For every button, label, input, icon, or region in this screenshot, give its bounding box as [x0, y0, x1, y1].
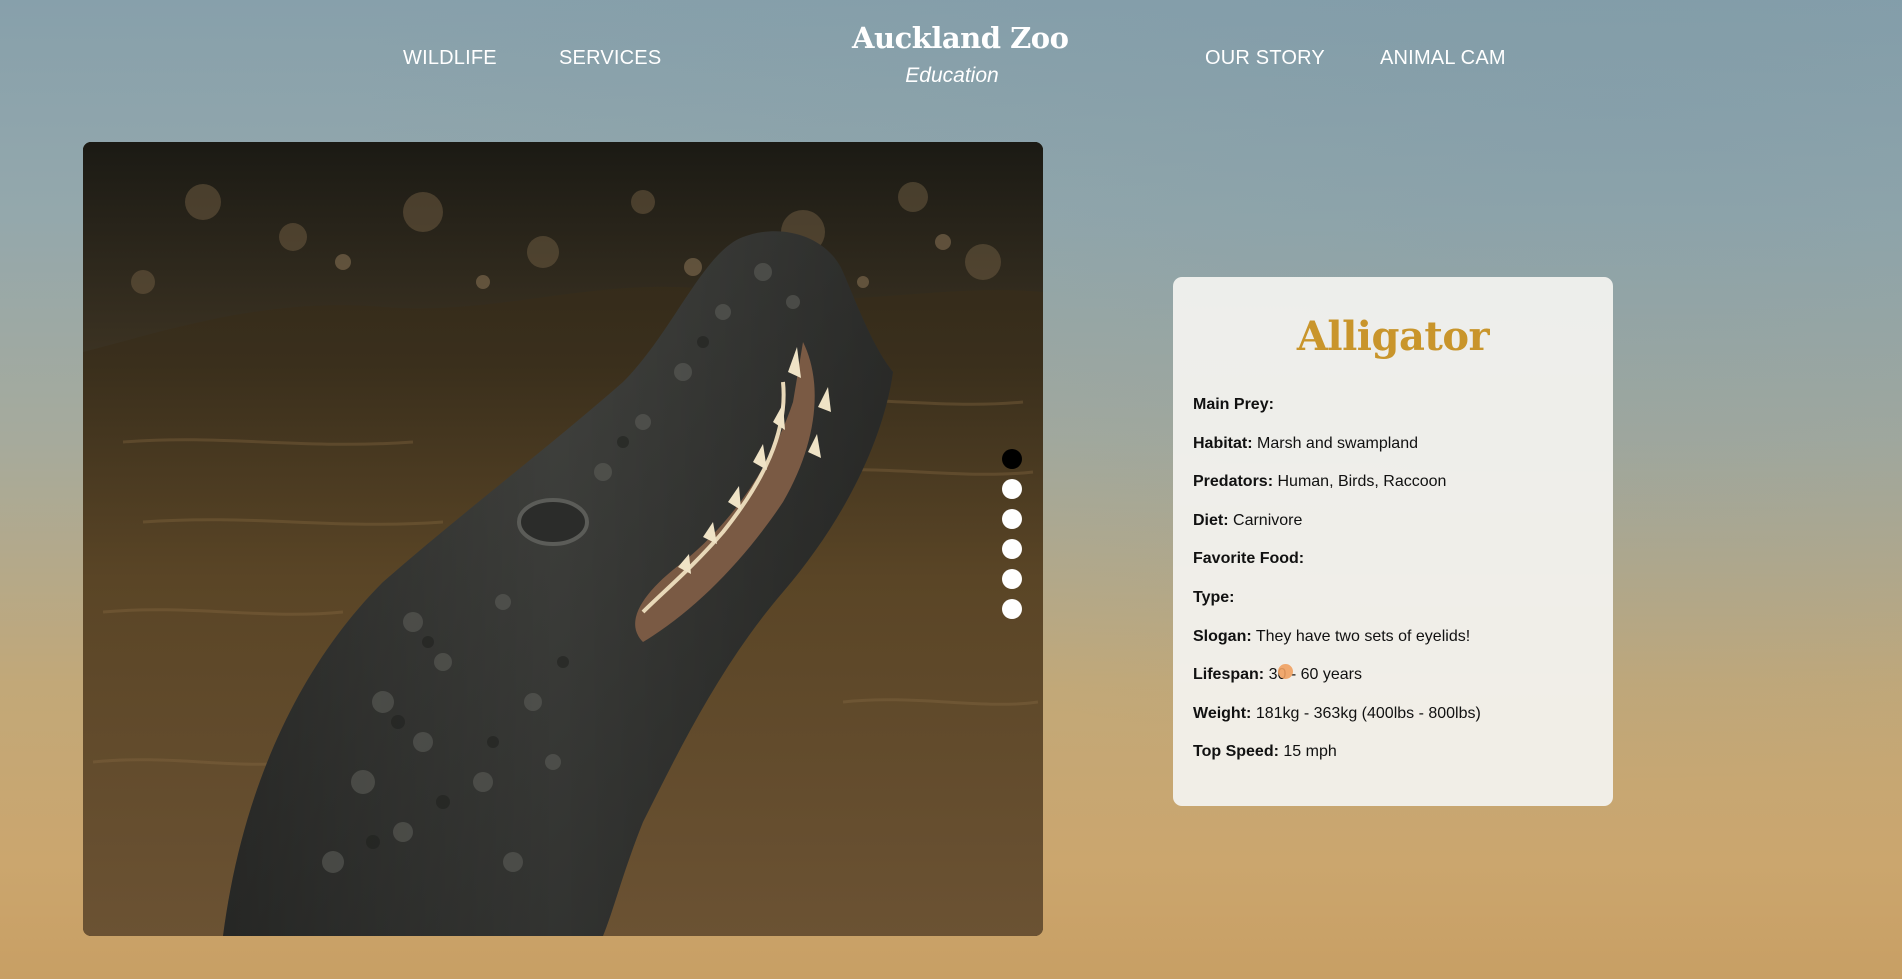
nav-link-animal-cam[interactable]: ANIMAL CAM — [1380, 48, 1506, 68]
nav-link-services[interactable]: SERVICES — [559, 48, 661, 68]
slide-dot-1[interactable] — [1002, 449, 1022, 469]
fact-diet: Diet: Carnivore — [1193, 511, 1303, 529]
slide-dot-6[interactable] — [1002, 599, 1022, 619]
fact-type: Type: — [1193, 588, 1235, 606]
nav-link-our-story[interactable]: OUR STORY — [1205, 48, 1325, 68]
fact-lifespan: Lifespan: 30 - 60 years — [1193, 666, 1362, 684]
slide-dot-2[interactable] — [1002, 479, 1022, 499]
animal-name-title: Alligator — [1296, 313, 1490, 360]
nav-link-wildlife[interactable]: WILDLIFE — [403, 48, 497, 68]
brand-title: Auckland Zoo — [852, 21, 1069, 55]
fact-predators: Predators: Human, Birds, Raccoon — [1193, 473, 1447, 491]
fact-list: Main Prey: Habitat: Marsh and swampland … — [1193, 395, 1593, 781]
animal-info-card: Alligator Main Prey: Habitat: Marsh and … — [1173, 277, 1613, 806]
fact-favorite-food: Favorite Food: — [1193, 550, 1305, 568]
fact-top-speed: Top Speed: 15 mph — [1193, 743, 1337, 761]
alligator-photo — [83, 142, 1043, 936]
mouse-cursor-indicator — [1278, 664, 1293, 679]
fact-slogan: Slogan: They have two sets of eyelids! — [1193, 627, 1471, 645]
fact-main-prey: Main Prey: — [1193, 396, 1274, 413]
slide-dot-3[interactable] — [1002, 509, 1022, 529]
brand[interactable]: Auckland Zoo Education — [852, 21, 1069, 87]
slide-indicators — [1002, 449, 1024, 629]
slide-dot-5[interactable] — [1002, 569, 1022, 589]
brand-subtitle: Education — [905, 64, 999, 87]
fact-weight: Weight: 181kg - 363kg (400lbs - 800lbs) — [1193, 704, 1481, 722]
fact-habitat: Habitat: Marsh and swampland — [1193, 434, 1418, 452]
slide-dot-4[interactable] — [1002, 539, 1022, 559]
